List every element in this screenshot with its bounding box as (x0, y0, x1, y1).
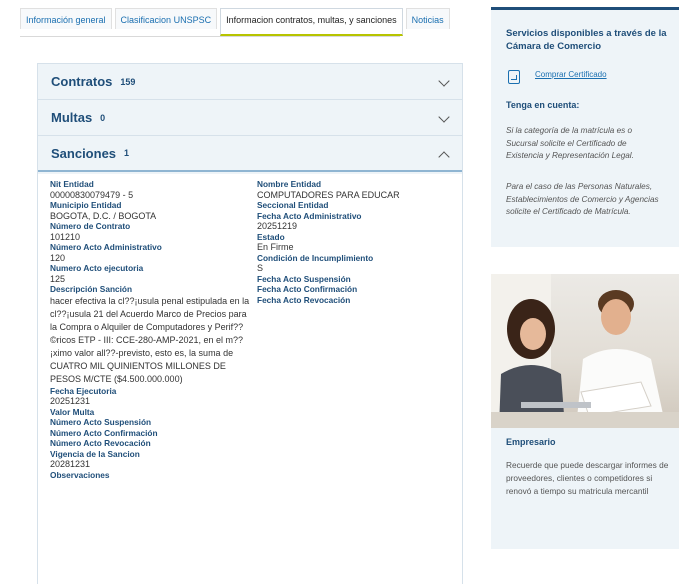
nit-label: Nit Entidad (50, 179, 94, 189)
servicios-title: Servicios disponibles a través de la Cám… (506, 28, 667, 52)
acto-ejecutoria-label: Numero Acto ejecutoria (50, 263, 144, 273)
municipio-value: BOGOTA, D.C. / BOGOTA (50, 210, 157, 221)
tab-bar: Información general Clasificacion UNSPSC… (20, 8, 450, 37)
nit-value: 00000830079479 - 5 (50, 189, 134, 200)
empresario-title: Empresario (506, 437, 556, 447)
fecha-confirmacion-label: Fecha Acto Confirmación (257, 284, 358, 294)
empresario-card: Empresario Recuerde que puede descargar … (491, 274, 679, 549)
estado-value: En Firme (257, 242, 294, 252)
municipio-label: Municipio Entidad (50, 200, 122, 210)
fecha-ejecutoria-label: Fecha Ejecutoria (50, 385, 117, 396)
chevron-up-icon[interactable] (438, 151, 450, 163)
multas-count: 0 (100, 112, 106, 123)
vigencia-value: 20281231 (50, 459, 91, 469)
fecha-revocacion-label: Fecha Acto Revocación (257, 294, 351, 305)
contratos-count: 159 (120, 76, 136, 87)
multas-header[interactable]: Multas 0 (38, 100, 462, 136)
acto-administrativo-label: Número Acto Administrativo (50, 242, 162, 252)
empresario-text: Recuerde que puede descargar informes de… (506, 460, 669, 496)
contratos-title: Contratos (51, 74, 113, 89)
sanciones-body: Nit Entidad 00000830079479 - 5 Municipio… (38, 174, 462, 584)
contrato-value: 101210 (50, 231, 81, 242)
business-people-photo (491, 274, 679, 428)
servicios-card: Servicios disponibles a través de la Cám… (491, 7, 679, 247)
business-people-illustration (491, 274, 679, 428)
comprar-certificado-link[interactable]: Comprar Certificado (535, 70, 607, 79)
acto-ejecutoria-value: 125 (50, 273, 66, 284)
tenga-en-cuenta-title: Tenga en cuenta: (506, 100, 580, 110)
chevron-down-icon[interactable] (438, 75, 450, 87)
acto-administrativo-value: 120 (50, 252, 66, 263)
sanciones-count: 1 (124, 148, 130, 158)
descripcion-value: hacer efectiva la cl??¡usula penal estip… (50, 295, 250, 384)
sancion-right-column: Nombre Entidad COMPUTADORES PARA EDUCAR … (257, 179, 447, 305)
sanciones-header[interactable]: Sanciones 1 (38, 136, 462, 172)
sancion-left-column: Nit Entidad 00000830079479 - 5 Municipio… (50, 179, 250, 480)
tab-contratos-multas-sanciones[interactable]: Informacion contratos, multas, y sancion… (220, 8, 403, 36)
tenga-paragraph-2: Para el caso de las Personas Naturales, … (506, 182, 659, 216)
acto-revocacion-label: Número Acto Revocación (50, 438, 151, 448)
condicion-value: S (257, 263, 264, 273)
contratos-header[interactable]: Contratos 159 (38, 64, 462, 100)
seccional-label: Seccional Entidad (257, 200, 329, 210)
tab-informacion-general[interactable]: Información general (20, 8, 112, 29)
cart-icon[interactable] (508, 70, 520, 84)
descripcion-label: Descripción Sanción (50, 284, 133, 294)
tab-clasificacion-unspsc[interactable]: Clasificacion UNSPSC (114, 8, 218, 29)
tenga-paragraph-1: Si la categoría de la matrícula es o Suc… (506, 126, 634, 160)
fecha-acto-value: 20251219 (257, 221, 298, 231)
multas-title: Multas (51, 110, 93, 125)
sanciones-title: Sanciones (51, 145, 117, 161)
nombre-entidad-label: Nombre Entidad (257, 179, 322, 189)
condicion-label: Condición de Incumplimiento (257, 252, 374, 263)
fecha-ejecutoria-value: 20251231 (50, 396, 91, 406)
valor-multa-label: Valor Multa (50, 406, 95, 417)
acto-suspension-label: Número Acto Suspensión (50, 417, 152, 427)
fecha-acto-label: Fecha Acto Administrativo (257, 210, 362, 221)
accordion: Contratos 159 Multas 0 Sanciones 1 Nit E… (37, 63, 463, 584)
nombre-entidad-value: COMPUTADORES PARA EDUCAR (257, 189, 400, 200)
tab-noticias[interactable]: Noticias (405, 8, 450, 29)
estado-label: Estado (257, 231, 285, 242)
contrato-label: Número de Contrato (50, 221, 131, 231)
observaciones-label: Observaciones (50, 469, 110, 480)
chevron-down-icon[interactable] (438, 111, 450, 123)
fecha-suspension-label: Fecha Acto Suspensión (257, 273, 351, 284)
vigencia-label: Vigencia de la Sancion (50, 448, 140, 459)
acto-confirmacion-label: Número Acto Confirmación (50, 427, 158, 438)
